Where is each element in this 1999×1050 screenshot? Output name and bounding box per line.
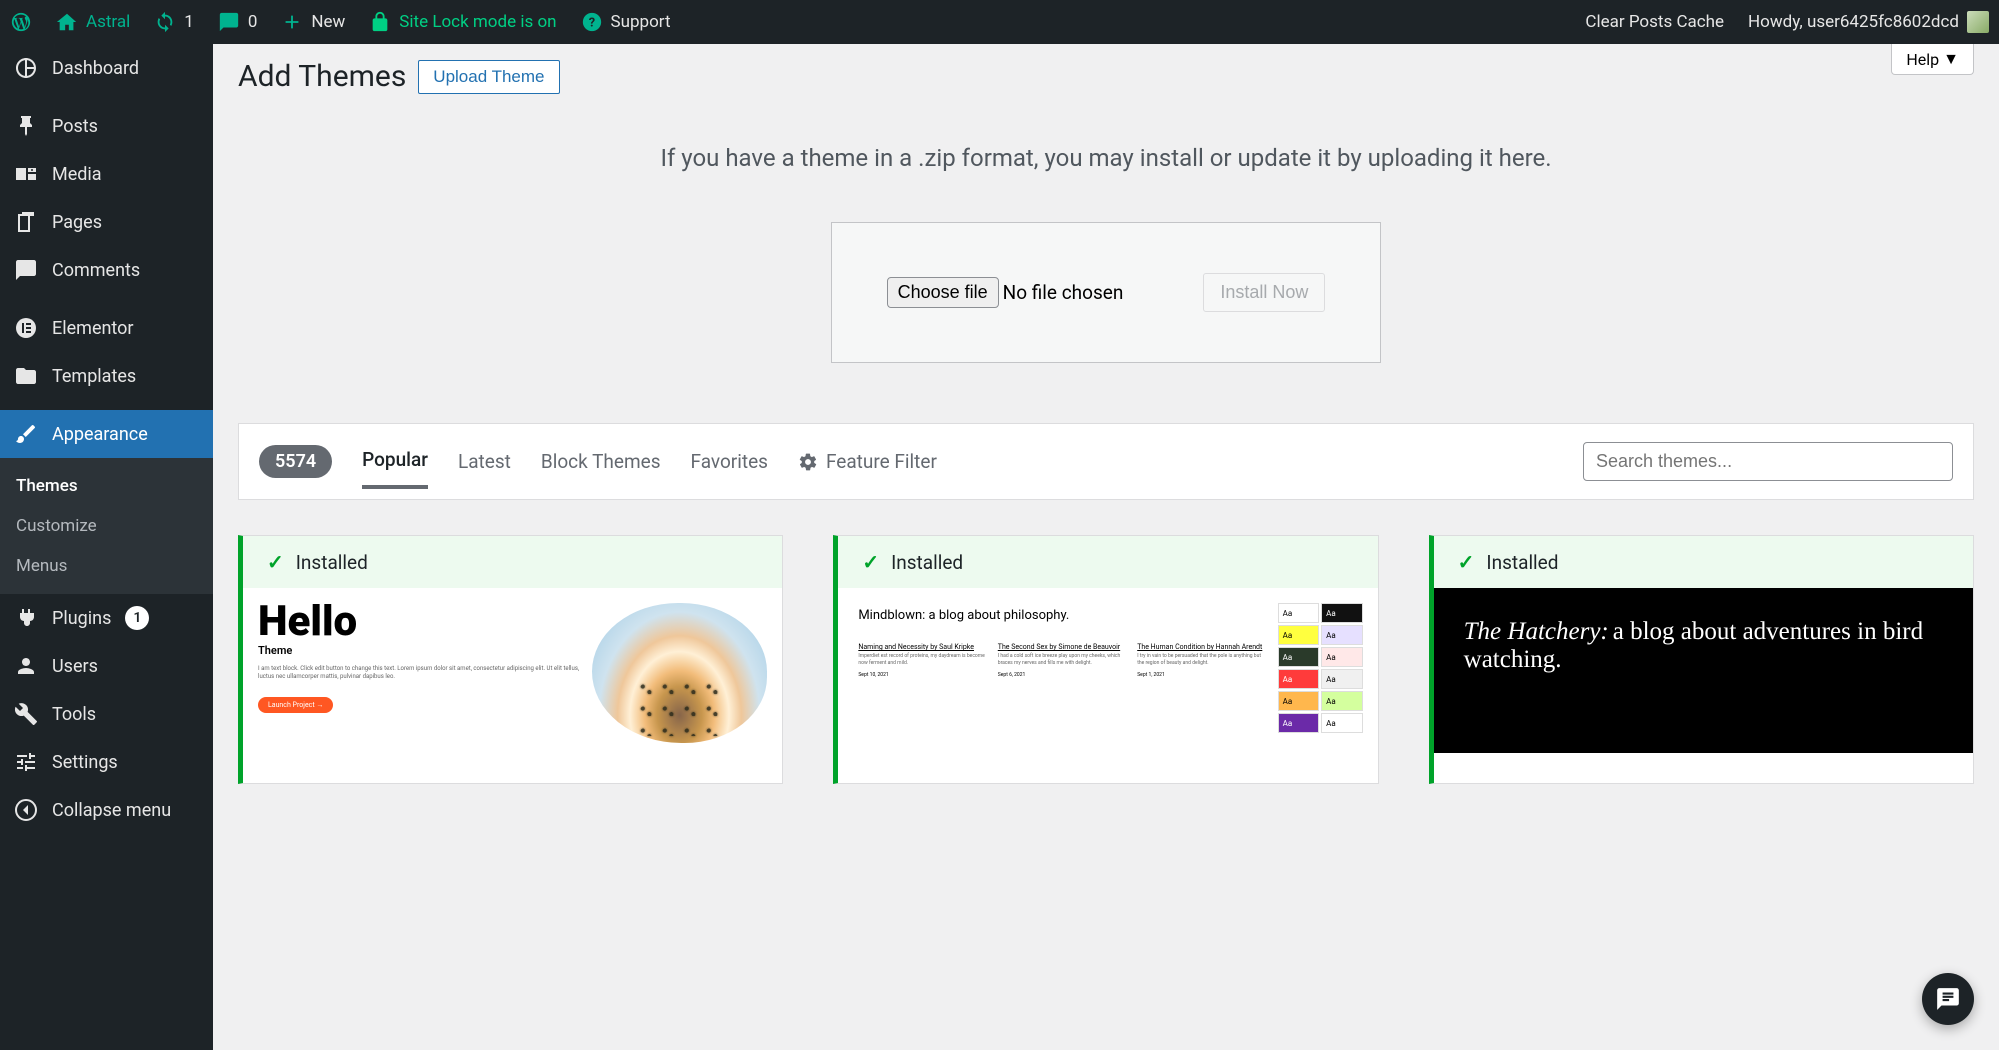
page-title: Add Themes (238, 59, 406, 94)
wp-logo[interactable] (10, 11, 32, 33)
check-icon: ✓ (862, 550, 879, 574)
filter-latest[interactable]: Latest (458, 436, 511, 487)
themes-grid: ✓ Installed Hello Theme I am text block.… (238, 535, 1974, 784)
upload-area: If you have a theme in a .zip format, yo… (238, 114, 1974, 423)
sidebar-item-users[interactable]: Users (0, 642, 213, 690)
upload-message: If you have a theme in a .zip format, yo… (238, 144, 1974, 172)
support-text: Support (611, 12, 671, 32)
sidebar-item-settings[interactable]: Settings (0, 738, 213, 786)
plug-icon (14, 606, 38, 630)
site-home-link[interactable]: Astral (56, 11, 130, 33)
plugins-badge: 1 (125, 606, 149, 630)
sub-item-customize[interactable]: Customize (0, 506, 213, 546)
gear-icon (798, 452, 818, 472)
no-file-text: No file chosen (1003, 281, 1124, 304)
theme-preview: Hello Theme I am text block. Click edit … (243, 588, 782, 783)
sidebar-item-templates[interactable]: Templates (0, 352, 213, 400)
chat-icon (1935, 986, 1961, 1012)
sidebar-item-media[interactable]: Media (0, 150, 213, 198)
upload-theme-button[interactable]: Upload Theme (418, 60, 559, 94)
search-input[interactable] (1583, 442, 1953, 481)
theme-preview: Mindblown: a blog about philosophy. Nami… (838, 588, 1377, 783)
sidebar-item-appearance[interactable]: Appearance (0, 410, 213, 458)
filter-bar: 5574 Popular Latest Block Themes Favorit… (238, 423, 1974, 500)
site-name: Astral (86, 12, 130, 32)
sidebar-item-dashboard[interactable]: Dashboard (0, 44, 213, 92)
installed-banner: ✓ Installed (1434, 536, 1973, 588)
theme-count: 5574 (259, 445, 332, 478)
howdy-text: Howdy, user6425fc8602dcd (1748, 12, 1959, 32)
filter-block[interactable]: Block Themes (541, 436, 661, 487)
svg-text:?: ? (588, 16, 594, 31)
site-lock-text: Site Lock mode is on (399, 12, 556, 32)
preview-image (592, 603, 767, 743)
check-icon: ✓ (267, 550, 284, 574)
filter-popular[interactable]: Popular (362, 434, 428, 489)
theme-card[interactable]: ✓ Installed Mindblown: a blog about phil… (833, 535, 1378, 784)
sidebar-item-comments[interactable]: Comments (0, 246, 213, 294)
sidebar-item-plugins[interactable]: Plugins 1 (0, 594, 213, 642)
sidebar-item-elementor[interactable]: Elementor (0, 304, 213, 352)
site-lock-link[interactable]: Site Lock mode is on (369, 11, 556, 33)
help-tab[interactable]: Help ▼ (1891, 44, 1974, 75)
wrench-icon (14, 702, 38, 726)
installed-banner: ✓ Installed (838, 536, 1377, 588)
support-link[interactable]: ? Support (581, 11, 671, 33)
user-icon (14, 654, 38, 678)
media-icon (14, 162, 38, 186)
content-area: Add Themes Upload Theme Help ▼ If you ha… (213, 44, 1999, 799)
sub-item-themes[interactable]: Themes (0, 466, 213, 506)
updates-count: 1 (184, 12, 194, 32)
admin-sidebar: Dashboard Posts Media Pages Comments Ele… (0, 44, 213, 1050)
comments-count: 0 (248, 12, 258, 32)
installed-banner: ✓ Installed (243, 536, 782, 588)
sidebar-item-posts[interactable]: Posts (0, 102, 213, 150)
elementor-icon (14, 316, 38, 340)
admin-bar: Astral 1 0 New Site Lock mode is on ? Su… (0, 0, 1999, 44)
theme-preview: The Hatchery: a blog about adventures in… (1434, 588, 1973, 783)
avatar (1967, 11, 1989, 33)
pin-icon (14, 114, 38, 138)
updates-link[interactable]: 1 (154, 11, 194, 33)
feature-filter[interactable]: Feature Filter (798, 436, 937, 487)
sidebar-collapse[interactable]: Collapse menu (0, 786, 213, 834)
theme-card[interactable]: ✓ Installed The Hatchery: a blog about a… (1429, 535, 1974, 784)
filter-favorites[interactable]: Favorites (691, 436, 768, 487)
brush-icon (14, 422, 38, 446)
choose-file-button[interactable]: Choose file (887, 277, 999, 308)
chat-bubble[interactable] (1922, 973, 1974, 1025)
dashboard-icon (14, 56, 38, 80)
sub-item-menus[interactable]: Menus (0, 546, 213, 586)
theme-card[interactable]: ✓ Installed Hello Theme I am text block.… (238, 535, 783, 784)
new-label: New (311, 12, 345, 32)
account-link[interactable]: Howdy, user6425fc8602dcd (1748, 11, 1989, 33)
sidebar-item-pages[interactable]: Pages (0, 198, 213, 246)
comments-link[interactable]: 0 (218, 11, 258, 33)
collapse-icon (14, 798, 38, 822)
install-now-button[interactable]: Install Now (1203, 273, 1325, 312)
sidebar-item-tools[interactable]: Tools (0, 690, 213, 738)
comment-icon (14, 258, 38, 282)
new-link[interactable]: New (281, 11, 345, 33)
appearance-submenu: Themes Customize Menus (0, 458, 213, 594)
sliders-icon (14, 750, 38, 774)
chevron-down-icon: ▼ (1943, 49, 1959, 69)
folder-icon (14, 364, 38, 388)
pages-icon (14, 210, 38, 234)
upload-box: Choose file No file chosen Install Now (831, 222, 1382, 363)
check-icon: ✓ (1458, 550, 1475, 574)
clear-cache-link[interactable]: Clear Posts Cache (1585, 12, 1724, 32)
